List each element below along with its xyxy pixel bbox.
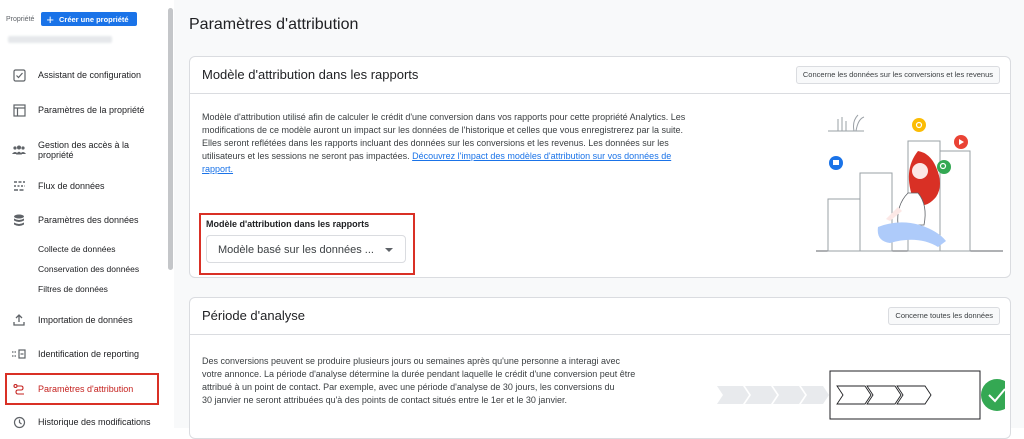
database-icon xyxy=(12,213,26,227)
attribution-icon xyxy=(12,382,26,396)
sidebar-item-label: Assistant de configuration xyxy=(38,70,142,80)
card-description: Des conversions peuvent se produire plus… xyxy=(202,355,722,407)
plus-icon: + xyxy=(46,11,54,27)
layout-icon xyxy=(12,103,26,117)
sidebar-item-label: Gestion des accès à la propriété xyxy=(38,140,130,160)
card-description: Modèle d'attribution utilisé afin de cal… xyxy=(202,111,782,176)
card-title: Période d'analyse xyxy=(202,308,305,323)
sidebar-item-label: Paramètres d'attribution xyxy=(38,384,134,394)
sidebar-item-label: Historique des modifications xyxy=(38,417,151,427)
property-name-redacted xyxy=(8,36,112,43)
create-property-button[interactable]: + Créer une propriété xyxy=(41,11,137,27)
sidebar-item-data-streams[interactable]: Flux de données xyxy=(0,176,160,196)
card-title: Modèle d'attribution dans les rapports xyxy=(202,67,419,82)
sidebar-item-property-settings[interactable]: Paramètres de la propriété xyxy=(0,100,160,120)
people-icon xyxy=(12,143,26,157)
field-label: Modèle d'attribution dans les rapports xyxy=(206,219,370,229)
reporting-id-icon xyxy=(12,347,26,361)
sidebar-subitem-data-filters[interactable]: Filtres de données xyxy=(38,284,108,294)
description-line: Elles seront reflétées dans les rapports… xyxy=(202,138,669,148)
page-title: Paramètres d'attribution xyxy=(189,16,359,33)
attribution-model-card: Modèle d'attribution dans les rapports C… xyxy=(189,56,1011,278)
attribution-model-select[interactable]: Modèle basé sur les données ... xyxy=(206,235,406,263)
attribution-model-field: Modèle d'attribution dans les rapports M… xyxy=(199,213,415,275)
sidebar-item-change-history[interactable]: Historique des modifications xyxy=(0,412,160,432)
description-line: votre annonce. La période d'analyse déte… xyxy=(202,369,636,379)
sidebar-item-data-import[interactable]: Importation de données xyxy=(0,310,160,330)
lookback-illustration xyxy=(717,370,1005,420)
learn-more-link-continued[interactable]: rapport. xyxy=(202,164,233,174)
sidebar-subitem-data-retention[interactable]: Conservation des données xyxy=(38,264,139,274)
sidebar-scrollbar[interactable] xyxy=(168,8,173,270)
create-property-label: Créer une propriété xyxy=(59,14,129,24)
description-line: modifications de ce modèle auront un imp… xyxy=(202,125,683,135)
sidebar-item-attribution-settings[interactable]: Paramètres d'attribution xyxy=(5,373,159,405)
description-line: 30 janvier ne seront attribuées qu'à des… xyxy=(202,395,567,405)
history-icon xyxy=(12,415,26,429)
description-line: attribué à un point de contact. Par exem… xyxy=(202,382,615,392)
sidebar-item-label: Flux de données xyxy=(38,181,105,191)
sidebar-item-label: Paramètres de la propriété xyxy=(38,105,145,115)
description-line: rapport. xyxy=(202,163,782,176)
description-line: Des conversions peuvent se produire plus… xyxy=(202,356,620,366)
card-header: Période d'analyse Concerne toutes les do… xyxy=(190,298,1010,335)
sidebar-subitem-data-collection[interactable]: Collecte de données xyxy=(38,244,116,254)
sidebar: Propriété + Créer une propriété Assistan… xyxy=(0,0,174,428)
description-line: utilisateurs et les sessions ne seront p… xyxy=(202,151,672,161)
property-header: Propriété + Créer une propriété xyxy=(6,12,137,26)
sidebar-item-data-settings[interactable]: Paramètres des données xyxy=(0,210,160,230)
card-header: Modèle d'attribution dans les rapports C… xyxy=(190,57,1010,94)
scope-badge: Concerne les données sur les conversions… xyxy=(795,66,1000,84)
sidebar-item-reporting-identity[interactable]: Identification de reporting xyxy=(0,344,160,364)
main-content: Paramètres d'attribution Modèle d'attrib… xyxy=(174,0,1024,439)
learn-more-link[interactable]: Découvrez l'impact des modèles d'attribu… xyxy=(412,151,671,161)
property-label: Propriété xyxy=(6,15,35,23)
selected-value: Modèle basé sur les données ... xyxy=(218,244,374,256)
sidebar-item-label: Importation de données xyxy=(38,315,133,325)
attribution-illustration xyxy=(816,114,1003,252)
scope-badge: Concerne toutes les données xyxy=(888,307,1000,325)
checkbox-icon xyxy=(12,68,26,82)
sidebar-item-access-management[interactable]: Gestion des accès à la propriété xyxy=(0,134,160,166)
upload-icon xyxy=(12,313,26,327)
lookback-window-card: Période d'analyse Concerne toutes les do… xyxy=(189,297,1011,439)
data-streams-icon xyxy=(12,179,26,193)
description-line: Modèle d'attribution utilisé afin de cal… xyxy=(202,112,686,122)
sidebar-item-label: Identification de reporting xyxy=(38,349,140,359)
dropdown-arrow-icon xyxy=(385,248,393,252)
sidebar-item-setup-assistant[interactable]: Assistant de configuration xyxy=(0,65,160,85)
sidebar-item-label: Paramètres des données xyxy=(38,215,139,225)
